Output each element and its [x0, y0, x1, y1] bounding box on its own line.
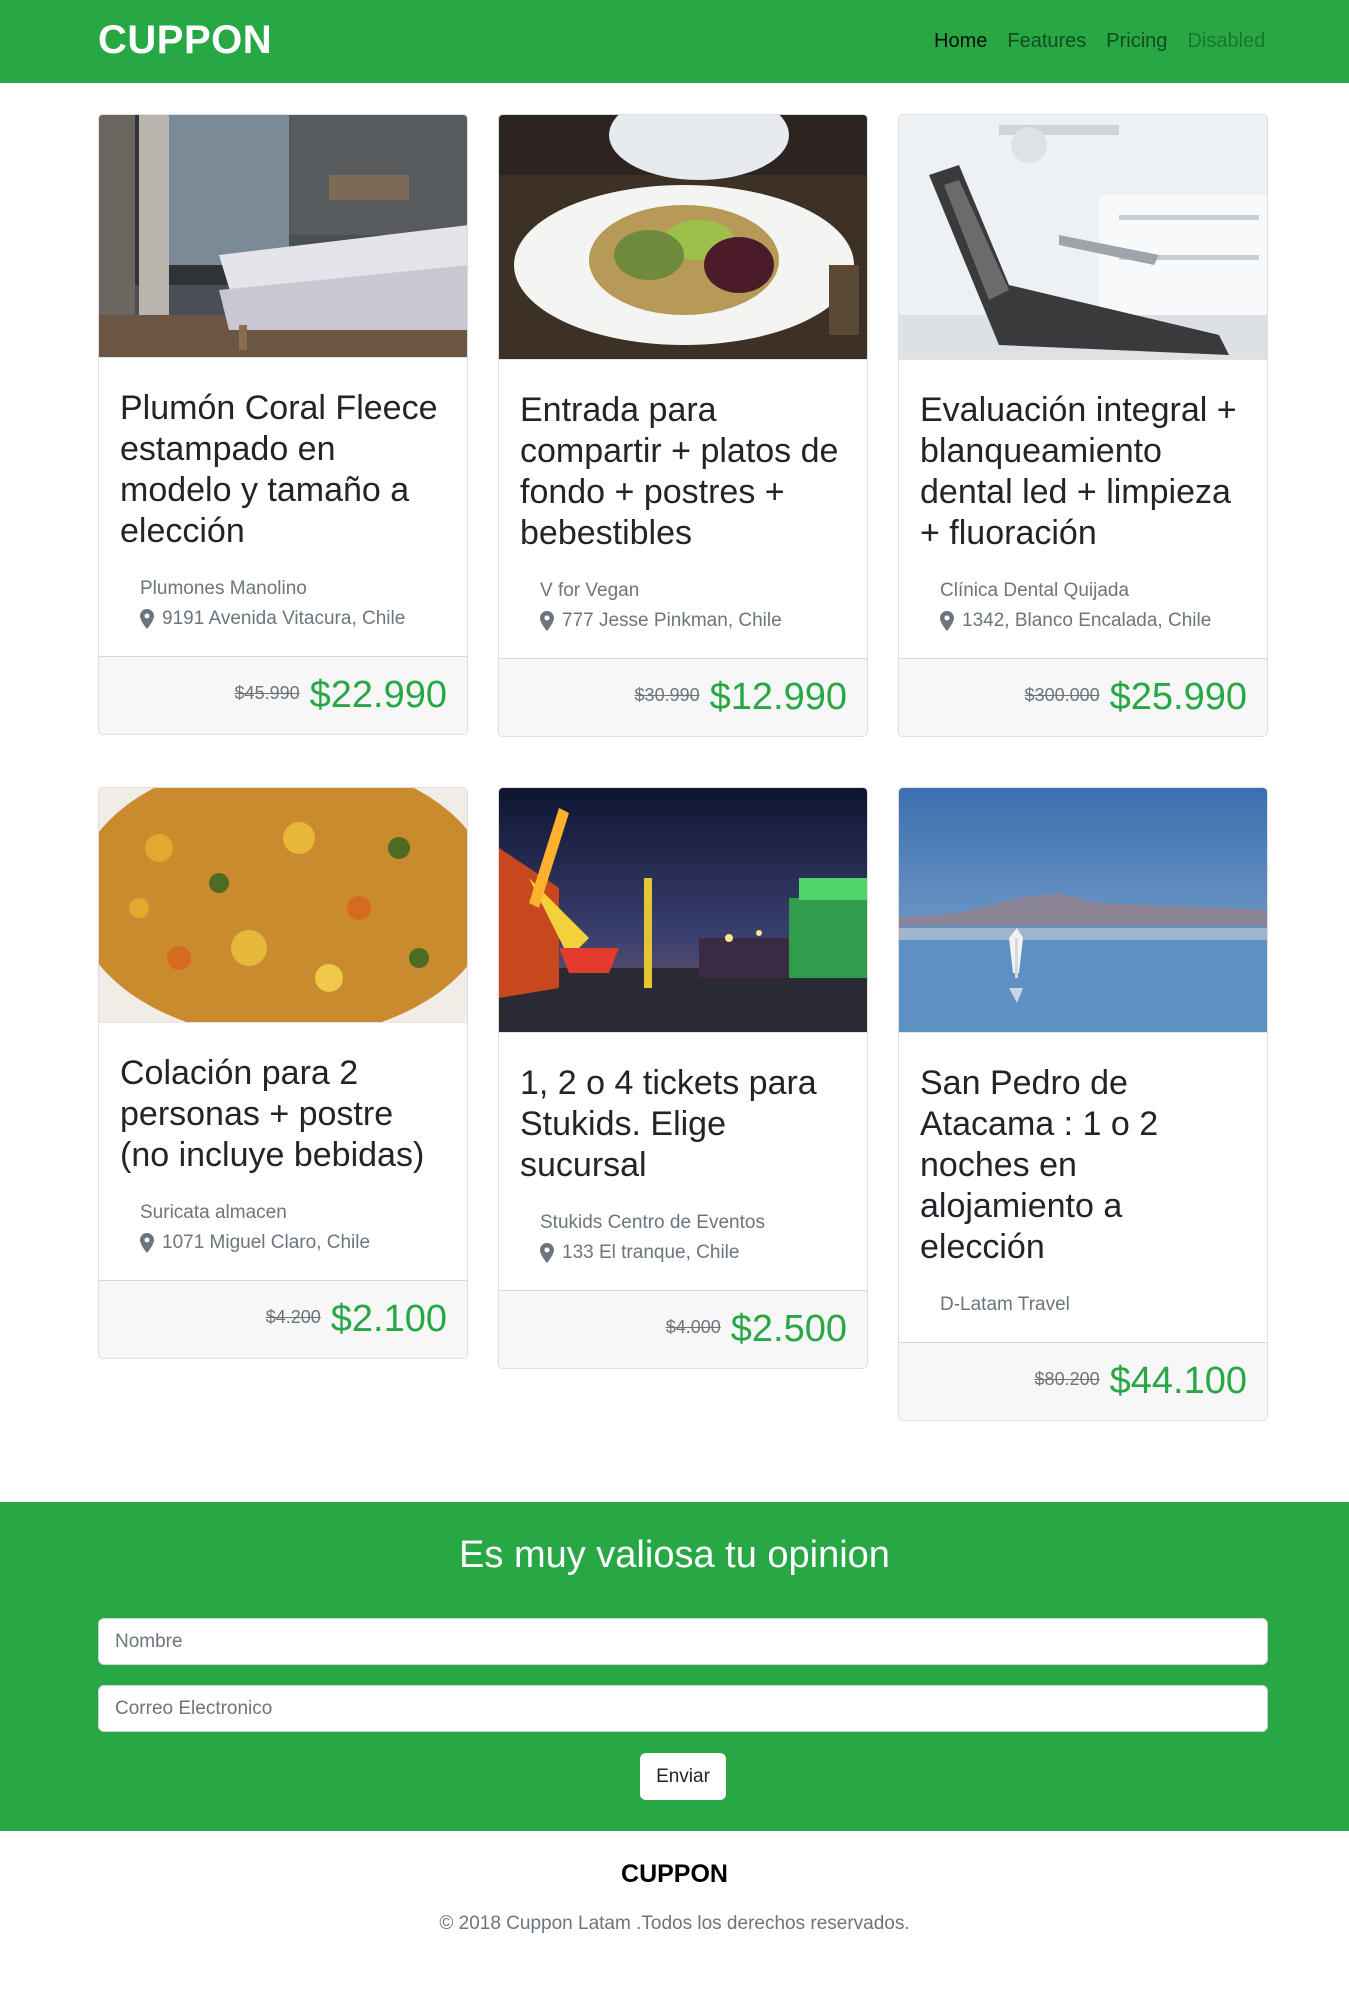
deal-card[interactable]: Colación para 2 personas + postre (no in…	[98, 787, 468, 1359]
food-dish-photo	[99, 788, 467, 1022]
card-meta: D-Latam Travel	[920, 1290, 1246, 1320]
deal-card[interactable]: Entrada para compartir + platos de fondo…	[498, 114, 868, 737]
deal-card[interactable]: Plumón Coral Fleece estampado en modelo …	[98, 114, 468, 735]
email-field[interactable]	[98, 1685, 1268, 1732]
price: $2.500	[730, 1308, 847, 1350]
price: $2.100	[330, 1298, 447, 1340]
price: $22.990	[309, 674, 447, 716]
vendor-name: Stukids Centro de Eventos	[540, 1212, 765, 1233]
nav-link-pricing[interactable]: Pricing	[1106, 30, 1167, 53]
card-body: Plumón Coral Fleece estampado en modelo …	[99, 358, 467, 656]
card-image[interactable]	[99, 788, 467, 1023]
old-price: $300.000	[1024, 685, 1100, 705]
nav-links: Home Features Pricing Disabled	[934, 30, 1265, 53]
deal-card[interactable]: Evaluación integral + blanqueamiento den…	[898, 114, 1268, 737]
salad-plate-photo	[499, 115, 867, 359]
carnival-night-photo	[499, 788, 867, 1032]
vendor-name: D-Latam Travel	[940, 1294, 1070, 1315]
card-title[interactable]: San Pedro de Atacama : 1 o 2 noches en a…	[920, 1063, 1246, 1268]
card-image[interactable]	[899, 788, 1267, 1033]
bedroom-photo	[99, 115, 467, 357]
card-meta: V for Vegan 777 Jesse Pinkman, Chile	[520, 576, 846, 636]
salt-flat-flamingo-photo	[899, 788, 1267, 1032]
old-price: $4.200	[265, 1307, 321, 1327]
card-image[interactable]	[899, 115, 1267, 360]
navbar: CUPPON Home Features Pricing Disabled	[0, 0, 1349, 83]
footer-copyright: © 2018 Cuppon Latam .Todos los derechos …	[439, 1913, 910, 1934]
nav-link-features[interactable]: Features	[1007, 30, 1086, 53]
card-meta: Suricata almacen 1071 Miguel Claro, Chil…	[120, 1198, 446, 1258]
map-marker-icon	[540, 611, 554, 631]
location-text: 133 El tranque, Chile	[562, 1242, 740, 1263]
location: 133 El tranque, Chile	[540, 1238, 846, 1268]
brand-logo[interactable]: CUPPON	[98, 18, 272, 63]
card-image[interactable]	[499, 115, 867, 360]
vendor-name: Plumones Manolino	[140, 578, 307, 599]
submit-button[interactable]: Enviar	[640, 1753, 726, 1800]
deal-card[interactable]: San Pedro de Atacama : 1 o 2 noches en a…	[898, 787, 1268, 1421]
card-footer: $4.200 $2.100	[99, 1280, 467, 1358]
map-marker-icon	[140, 609, 154, 629]
card-footer: $45.990 $22.990	[99, 656, 467, 734]
old-price: $4.000	[665, 1317, 721, 1337]
vendor-name: Clínica Dental Quijada	[940, 580, 1130, 601]
location-text: 9191 Avenida Vitacura, Chile	[162, 608, 406, 629]
card-footer: $30.990 $12.990	[499, 658, 867, 736]
card-footer: $4.000 $2.500	[499, 1290, 867, 1368]
price: $12.990	[709, 676, 847, 718]
card-meta: Clínica Dental Quijada 1342, Blanco Enca…	[920, 576, 1246, 636]
footer-brand: CUPPON	[621, 1860, 728, 1888]
card-title[interactable]: Colación para 2 personas + postre (no in…	[120, 1053, 446, 1176]
nav-link-home[interactable]: Home	[934, 30, 987, 53]
location-text: 1071 Miguel Claro, Chile	[162, 1232, 371, 1253]
map-marker-icon	[140, 1233, 154, 1253]
card-footer: $80.200 $44.100	[899, 1342, 1267, 1420]
map-marker-icon	[540, 1243, 554, 1263]
feedback-title: Es muy valiosa tu opinion	[459, 1534, 890, 1576]
map-marker-icon	[940, 611, 954, 631]
card-title[interactable]: Plumón Coral Fleece estampado en modelo …	[120, 388, 446, 552]
price: $44.100	[1109, 1360, 1247, 1402]
price: $25.990	[1109, 676, 1247, 718]
feedback-section: Es muy valiosa tu opinion Enviar	[0, 1502, 1349, 1831]
card-meta: Plumones Manolino 9191 Avenida Vitacura,…	[120, 574, 446, 634]
card-body: San Pedro de Atacama : 1 o 2 noches en a…	[899, 1033, 1267, 1342]
card-title[interactable]: 1, 2 o 4 tickets para Stukids. Elige suc…	[520, 1063, 846, 1186]
card-meta: Stukids Centro de Eventos 133 El tranque…	[520, 1208, 846, 1268]
location-text: 777 Jesse Pinkman, Chile	[562, 610, 782, 631]
vendor-name: V for Vegan	[540, 580, 640, 601]
vendor-name: Suricata almacen	[140, 1202, 287, 1223]
location: 1342, Blanco Encalada, Chile	[940, 606, 1246, 636]
old-price: $80.200	[1034, 1369, 1100, 1389]
dental-chair-photo	[899, 115, 1267, 359]
card-image[interactable]	[499, 788, 867, 1033]
nav-link-disabled: Disabled	[1187, 30, 1266, 52]
location: 1071 Miguel Claro, Chile	[140, 1228, 446, 1258]
location: 9191 Avenida Vitacura, Chile	[140, 604, 446, 634]
card-body: Colación para 2 personas + postre (no in…	[99, 1023, 467, 1280]
deal-card[interactable]: 1, 2 o 4 tickets para Stukids. Elige suc…	[498, 787, 868, 1369]
location: 777 Jesse Pinkman, Chile	[540, 606, 846, 636]
name-field[interactable]	[98, 1618, 1268, 1665]
card-body: 1, 2 o 4 tickets para Stukids. Elige suc…	[499, 1033, 867, 1290]
card-title[interactable]: Entrada para compartir + platos de fondo…	[520, 390, 846, 554]
card-body: Entrada para compartir + platos de fondo…	[499, 360, 867, 658]
card-body: Evaluación integral + blanqueamiento den…	[899, 360, 1267, 658]
old-price: $45.990	[234, 683, 300, 703]
card-title[interactable]: Evaluación integral + blanqueamiento den…	[920, 390, 1246, 554]
card-image[interactable]	[99, 115, 467, 358]
location-text: 1342, Blanco Encalada, Chile	[962, 610, 1212, 631]
old-price: $30.990	[634, 685, 700, 705]
card-footer: $300.000 $25.990	[899, 658, 1267, 736]
